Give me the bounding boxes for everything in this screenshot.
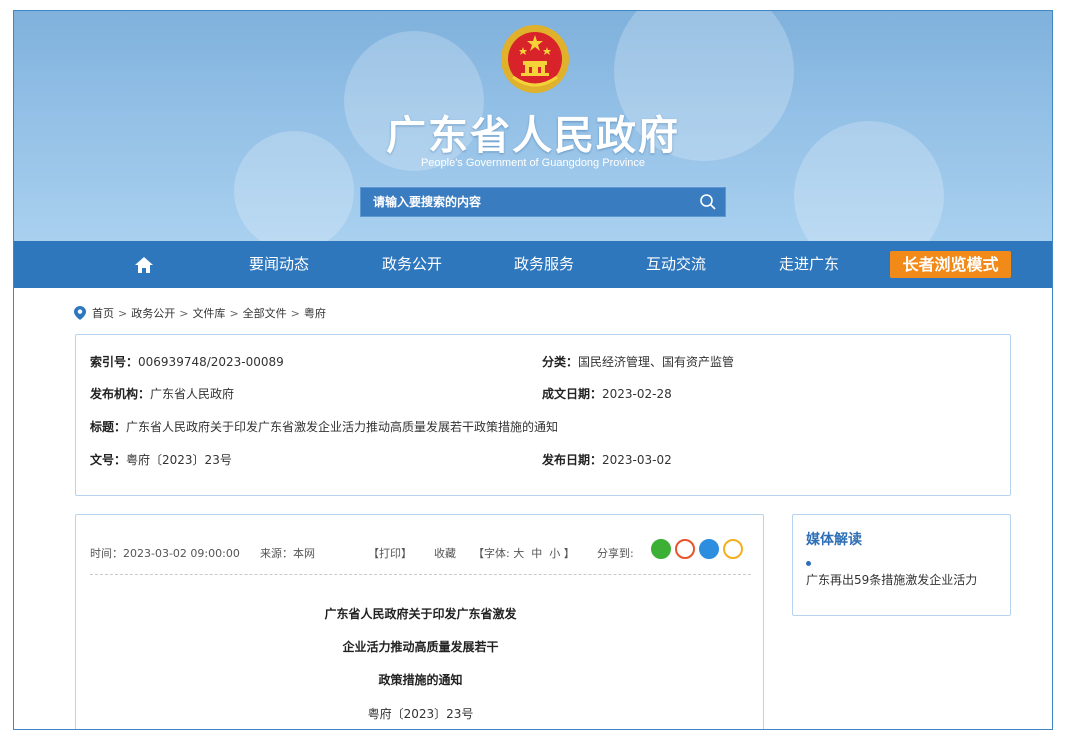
media-interpretation-panel: 媒体解读 广东再出59条措施激发企业活力 bbox=[792, 514, 1011, 616]
article-panel: 时间：2023-03-02 09:00:00 来源：本网 【打印】 收藏 【字体… bbox=[75, 514, 764, 729]
nav-item-gov-affairs[interactable]: 政务公开 bbox=[367, 241, 457, 288]
nav-home[interactable] bbox=[126, 241, 162, 288]
site-subtitle: People's Government of Guangdong Provinc… bbox=[420, 157, 646, 169]
breadcrumb-current: 粤府 bbox=[303, 307, 326, 320]
article-title-line: 政策措施的通知 bbox=[378, 673, 463, 687]
article-title-line: 企业活力推动高质量发展若干 bbox=[342, 640, 499, 654]
location-pin-icon bbox=[74, 306, 86, 320]
panel-heading: 媒体解读 bbox=[806, 532, 862, 548]
article-doc-number: 粤府〔2023〕23号 bbox=[367, 707, 474, 721]
elder-mode-button[interactable]: 长者浏览模式 bbox=[890, 251, 1011, 278]
print-link[interactable]: 【打印】 bbox=[368, 545, 412, 561]
issuer: 发布机构：广东省人民政府 bbox=[90, 387, 235, 401]
breadcrumb-home[interactable]: 首页 bbox=[92, 305, 114, 321]
search-input[interactable] bbox=[361, 188, 691, 216]
breadcrumb-separator: > bbox=[229, 306, 239, 320]
publish-time: 时间：2023-03-02 09:00:00 bbox=[90, 547, 240, 560]
share-label: 分享到: bbox=[597, 547, 634, 560]
favorite-link[interactable]: 收藏 bbox=[434, 545, 456, 561]
article-title-line: 广东省人民政府关于印发广东省激发 bbox=[324, 607, 517, 621]
font-size-control: 【字体: 大 中 小 】 bbox=[473, 547, 575, 560]
article-meta-bar: 时间：2023-03-02 09:00:00 来源：本网 【打印】 收藏 【字体… bbox=[90, 539, 751, 575]
breadcrumb-gov-affairs[interactable]: 政务公开 bbox=[131, 305, 175, 321]
breadcrumb: 首页 > 政务公开 > 文件库 > 全部文件 > 粤府 bbox=[74, 305, 326, 321]
nav-item-interaction[interactable]: 互动交流 bbox=[631, 241, 721, 288]
document-number: 文号：粤府〔2023〕23号 bbox=[90, 453, 232, 467]
font-large-link[interactable]: 大 bbox=[513, 547, 524, 560]
category: 分类：国民经济管理、国有资产监管 bbox=[542, 355, 735, 369]
breadcrumb-library[interactable]: 文件库 bbox=[192, 305, 225, 321]
breadcrumb-separator: > bbox=[118, 306, 128, 320]
qq-share-icon[interactable] bbox=[699, 539, 719, 559]
breadcrumb-all-files[interactable]: 全部文件 bbox=[243, 305, 287, 321]
article-source: 来源：本网 bbox=[260, 547, 315, 560]
nav-item-services[interactable]: 政务服务 bbox=[499, 241, 589, 288]
search-box bbox=[360, 187, 726, 217]
site-title: 广东省人民政府 bbox=[386, 113, 680, 159]
qzone-share-icon[interactable] bbox=[723, 539, 743, 559]
font-medium-link[interactable]: 中 bbox=[531, 547, 542, 560]
search-icon[interactable] bbox=[691, 188, 725, 216]
document-title: 标题：广东省人民政府关于印发广东省激发企业活力推动高质量发展若干政策措施的通知 bbox=[90, 420, 559, 434]
wechat-share-icon[interactable] bbox=[651, 539, 671, 559]
document-info-panel: 索引号：006939748/2023-00089 分类：国民经济管理、国有资产监… bbox=[75, 334, 1011, 496]
font-small-link[interactable]: 小 bbox=[549, 547, 560, 560]
national-emblem-icon bbox=[501, 25, 569, 93]
breadcrumb-separator: > bbox=[290, 306, 300, 320]
header-banner: 广东省人民政府 People's Government of Guangdong… bbox=[14, 11, 1052, 241]
weibo-share-icon[interactable] bbox=[675, 539, 695, 559]
main-nav: 要闻动态 政务公开 政务服务 互动交流 走进广东 长者浏览模式 bbox=[14, 241, 1052, 288]
breadcrumb-separator: > bbox=[179, 306, 189, 320]
home-icon bbox=[135, 256, 153, 273]
index-number: 索引号：006939748/2023-00089 bbox=[90, 355, 284, 369]
interpretation-link[interactable]: 广东再出59条措施激发企业活力 bbox=[806, 571, 977, 588]
written-date: 成文日期：2023-02-28 bbox=[542, 387, 672, 401]
page-frame: 广东省人民政府 People's Government of Guangdong… bbox=[13, 10, 1053, 730]
nav-item-news[interactable]: 要闻动态 bbox=[234, 241, 324, 288]
published-date: 发布日期：2023-03-02 bbox=[542, 453, 672, 467]
nav-item-guangdong[interactable]: 走进广东 bbox=[764, 241, 854, 288]
bullet-icon bbox=[806, 561, 811, 566]
